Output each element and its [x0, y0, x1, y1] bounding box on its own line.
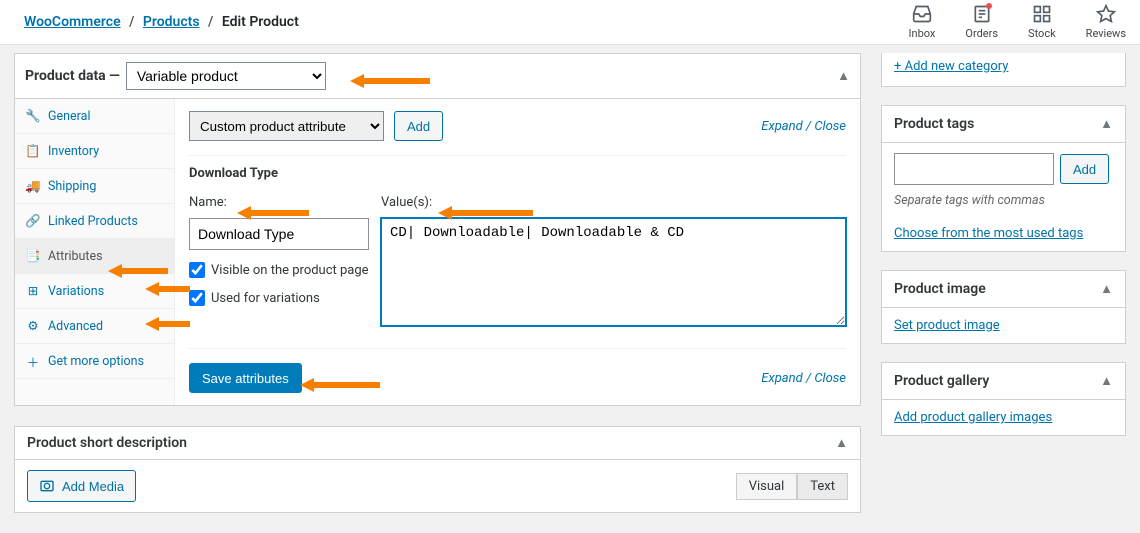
orders-link[interactable]: Orders — [965, 4, 998, 40]
tab-inventory[interactable]: 📋Inventory — [15, 134, 174, 169]
product-data-panel: Product data — Variable product ▲ 🔧Gener… — [14, 53, 861, 406]
clipboard-icon: 📋 — [25, 143, 41, 159]
collapse-toggle[interactable]: ▲ — [837, 68, 850, 84]
grid-icon: ⊞ — [25, 283, 41, 299]
media-icon — [39, 478, 55, 494]
notification-dot — [986, 3, 992, 9]
collapse-toggle[interactable]: ▲ — [835, 435, 848, 451]
tag-input[interactable] — [894, 153, 1054, 185]
reviews-icon — [1096, 4, 1116, 24]
add-attribute-button[interactable]: Add — [394, 111, 443, 141]
breadcrumb: WooCommerce / Products / Edit Product — [24, 14, 299, 30]
stock-link[interactable]: Stock — [1028, 4, 1056, 40]
collapse-toggle[interactable]: ▲ — [1100, 373, 1113, 389]
save-attributes-button[interactable]: Save attributes — [189, 363, 302, 393]
tags-hint: Separate tags with commas — [894, 193, 1113, 208]
visible-checkbox[interactable] — [189, 262, 205, 278]
add-gallery-images-link[interactable]: Add product gallery images — [894, 410, 1052, 425]
values-label: Value(s): — [381, 195, 846, 210]
choose-tags-link[interactable]: Choose from the most used tags — [894, 226, 1083, 241]
inbox-icon — [912, 4, 932, 24]
tab-advanced[interactable]: ⚙Advanced — [15, 309, 174, 344]
product-gallery-panel: Product gallery ▲ Add product gallery im… — [881, 362, 1126, 436]
used-for-variations-label: Used for variations — [211, 291, 320, 306]
expand-close-link[interactable]: Expand / Close — [761, 119, 846, 134]
visible-label: Visible on the product page — [211, 263, 369, 278]
collapse-toggle[interactable]: ▲ — [1100, 281, 1113, 297]
list-icon: 📑 — [25, 248, 41, 264]
expand-close-link-bottom[interactable]: Expand / Close — [761, 371, 846, 386]
attribute-type-select[interactable]: Custom product attribute — [189, 111, 384, 141]
tab-variations[interactable]: ⊞Variations — [15, 274, 174, 309]
tab-attributes[interactable]: 📑Attributes — [15, 239, 174, 274]
product-tags-title: Product tags — [894, 116, 974, 132]
stock-icon — [1032, 4, 1052, 24]
used-for-variations-checkbox[interactable] — [189, 290, 205, 306]
breadcrumb-root[interactable]: WooCommerce — [24, 14, 121, 30]
collapse-toggle[interactable]: ▲ — [1100, 116, 1113, 132]
gear-icon: ⚙ — [25, 318, 41, 334]
inbox-link[interactable]: Inbox — [909, 4, 936, 40]
tab-general[interactable]: 🔧General — [15, 99, 174, 134]
attribute-title: Download Type — [189, 166, 846, 181]
tab-shipping[interactable]: 🚚Shipping — [15, 169, 174, 204]
add-tag-button[interactable]: Add — [1060, 154, 1109, 184]
wrench-icon: 🔧 — [25, 108, 41, 124]
add-new-category-link[interactable]: + Add new category — [894, 59, 1008, 74]
editor-tab-text[interactable]: Text — [797, 473, 848, 500]
add-media-button[interactable]: Add Media — [27, 470, 136, 502]
tab-linked-products[interactable]: 🔗Linked Products — [15, 204, 174, 239]
product-tags-panel: Product tags ▲ Add Separate tags with co… — [881, 105, 1126, 252]
set-product-image-link[interactable]: Set product image — [894, 318, 1000, 333]
attribute-values-textarea[interactable]: CD| Downloadable| Downloadable & CD — [381, 218, 846, 326]
product-data-label: Product data — — [25, 68, 120, 84]
link-icon: 🔗 — [25, 213, 41, 229]
attribute-name-input[interactable] — [189, 218, 369, 250]
short-description-title: Product short description — [27, 435, 187, 451]
short-description-panel: Product short description ▲ Add Media Vi… — [14, 426, 861, 513]
reviews-link[interactable]: Reviews — [1086, 4, 1126, 40]
tab-get-more[interactable]: ＋Get more options — [15, 344, 174, 379]
product-type-select[interactable]: Variable product — [126, 62, 326, 90]
truck-icon: 🚚 — [25, 178, 41, 194]
product-gallery-title: Product gallery — [894, 373, 989, 389]
product-image-title: Product image — [894, 281, 986, 297]
product-image-panel: Product image ▲ Set product image — [881, 270, 1126, 344]
breadcrumb-current: Edit Product — [222, 14, 299, 30]
name-label: Name: — [189, 195, 369, 210]
breadcrumb-products[interactable]: Products — [143, 14, 200, 30]
plus-icon: ＋ — [25, 353, 41, 369]
editor-tab-visual[interactable]: Visual — [736, 473, 798, 500]
